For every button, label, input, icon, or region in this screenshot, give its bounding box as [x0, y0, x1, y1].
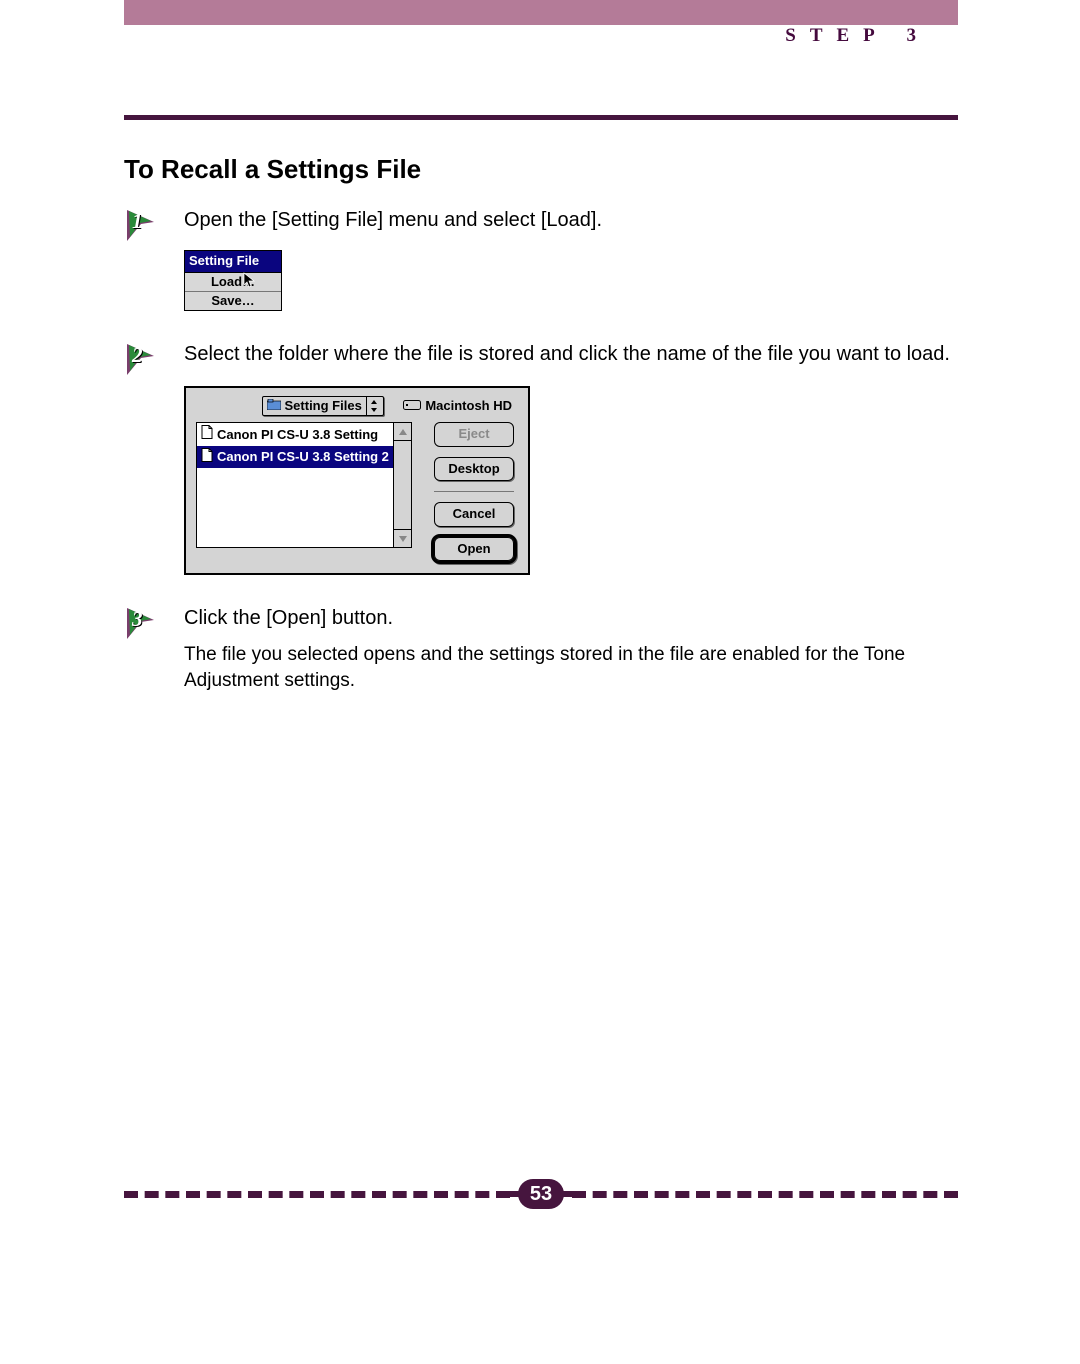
step-3-note: The file you selected opens and the sett…	[184, 642, 958, 693]
step-2: 2 Select the folder where the file is st…	[124, 341, 958, 575]
page-number: 53	[518, 1179, 564, 1209]
cancel-button[interactable]: Cancel	[434, 502, 514, 527]
step-3: 3 Click the [Open] button. The file you …	[124, 605, 958, 693]
disk-icon	[403, 397, 421, 415]
file-list[interactable]: Canon PI CS-U 3.8 Setting Canon PI CS-U …	[196, 422, 412, 548]
step-3-text: Click the [Open] button.	[184, 605, 958, 632]
section-title: To Recall a Settings File	[124, 154, 958, 185]
file-open-dialog: Setting Files Macintosh HD	[184, 386, 530, 575]
file-row[interactable]: Canon PI CS-U 3.8 Setting 2	[197, 446, 393, 469]
step-1-text: Open the [Setting File] menu and select …	[184, 207, 958, 234]
folder-selector[interactable]: Setting Files	[262, 396, 384, 416]
setting-file-menu: Setting File Load… Save…	[184, 250, 282, 311]
cursor-icon	[243, 272, 256, 292]
scroll-down-icon[interactable]	[394, 529, 411, 547]
file-row[interactable]: Canon PI CS-U 3.8 Setting	[197, 423, 393, 446]
updown-icon	[366, 397, 381, 415]
disk-label: Macintosh HD	[403, 397, 512, 415]
menu-item-save[interactable]: Save…	[185, 291, 281, 310]
dash-rule-left	[124, 1191, 510, 1198]
step-1: 1 Open the [Setting File] menu and selec…	[124, 207, 958, 311]
step-2-text: Select the folder where the file is stor…	[184, 341, 958, 368]
step-number: 1	[132, 209, 143, 234]
page-footer: 53	[124, 1179, 958, 1209]
eject-button: Eject	[434, 422, 514, 447]
step-chapter-label: STEP 3	[785, 25, 930, 47]
step-badge-2: 2	[124, 341, 158, 375]
desktop-button[interactable]: Desktop	[434, 457, 514, 482]
step-badge-1: 1	[124, 207, 158, 241]
scrollbar[interactable]	[393, 423, 411, 547]
step-number: 3	[132, 607, 143, 632]
folder-name: Setting Files	[285, 397, 362, 415]
dash-rule-right	[572, 1191, 958, 1198]
menu-title: Setting File	[184, 250, 282, 272]
divider	[124, 115, 958, 120]
step-number: 2	[132, 343, 143, 368]
step-badge-3: 3	[124, 605, 158, 639]
scroll-up-icon[interactable]	[394, 423, 411, 441]
document-icon	[201, 425, 213, 444]
menu-item-load[interactable]: Load…	[185, 273, 281, 291]
folder-icon	[267, 397, 281, 415]
open-button[interactable]: Open	[434, 537, 514, 562]
document-icon	[201, 448, 213, 467]
separator	[434, 491, 514, 492]
header-bar	[124, 0, 958, 25]
